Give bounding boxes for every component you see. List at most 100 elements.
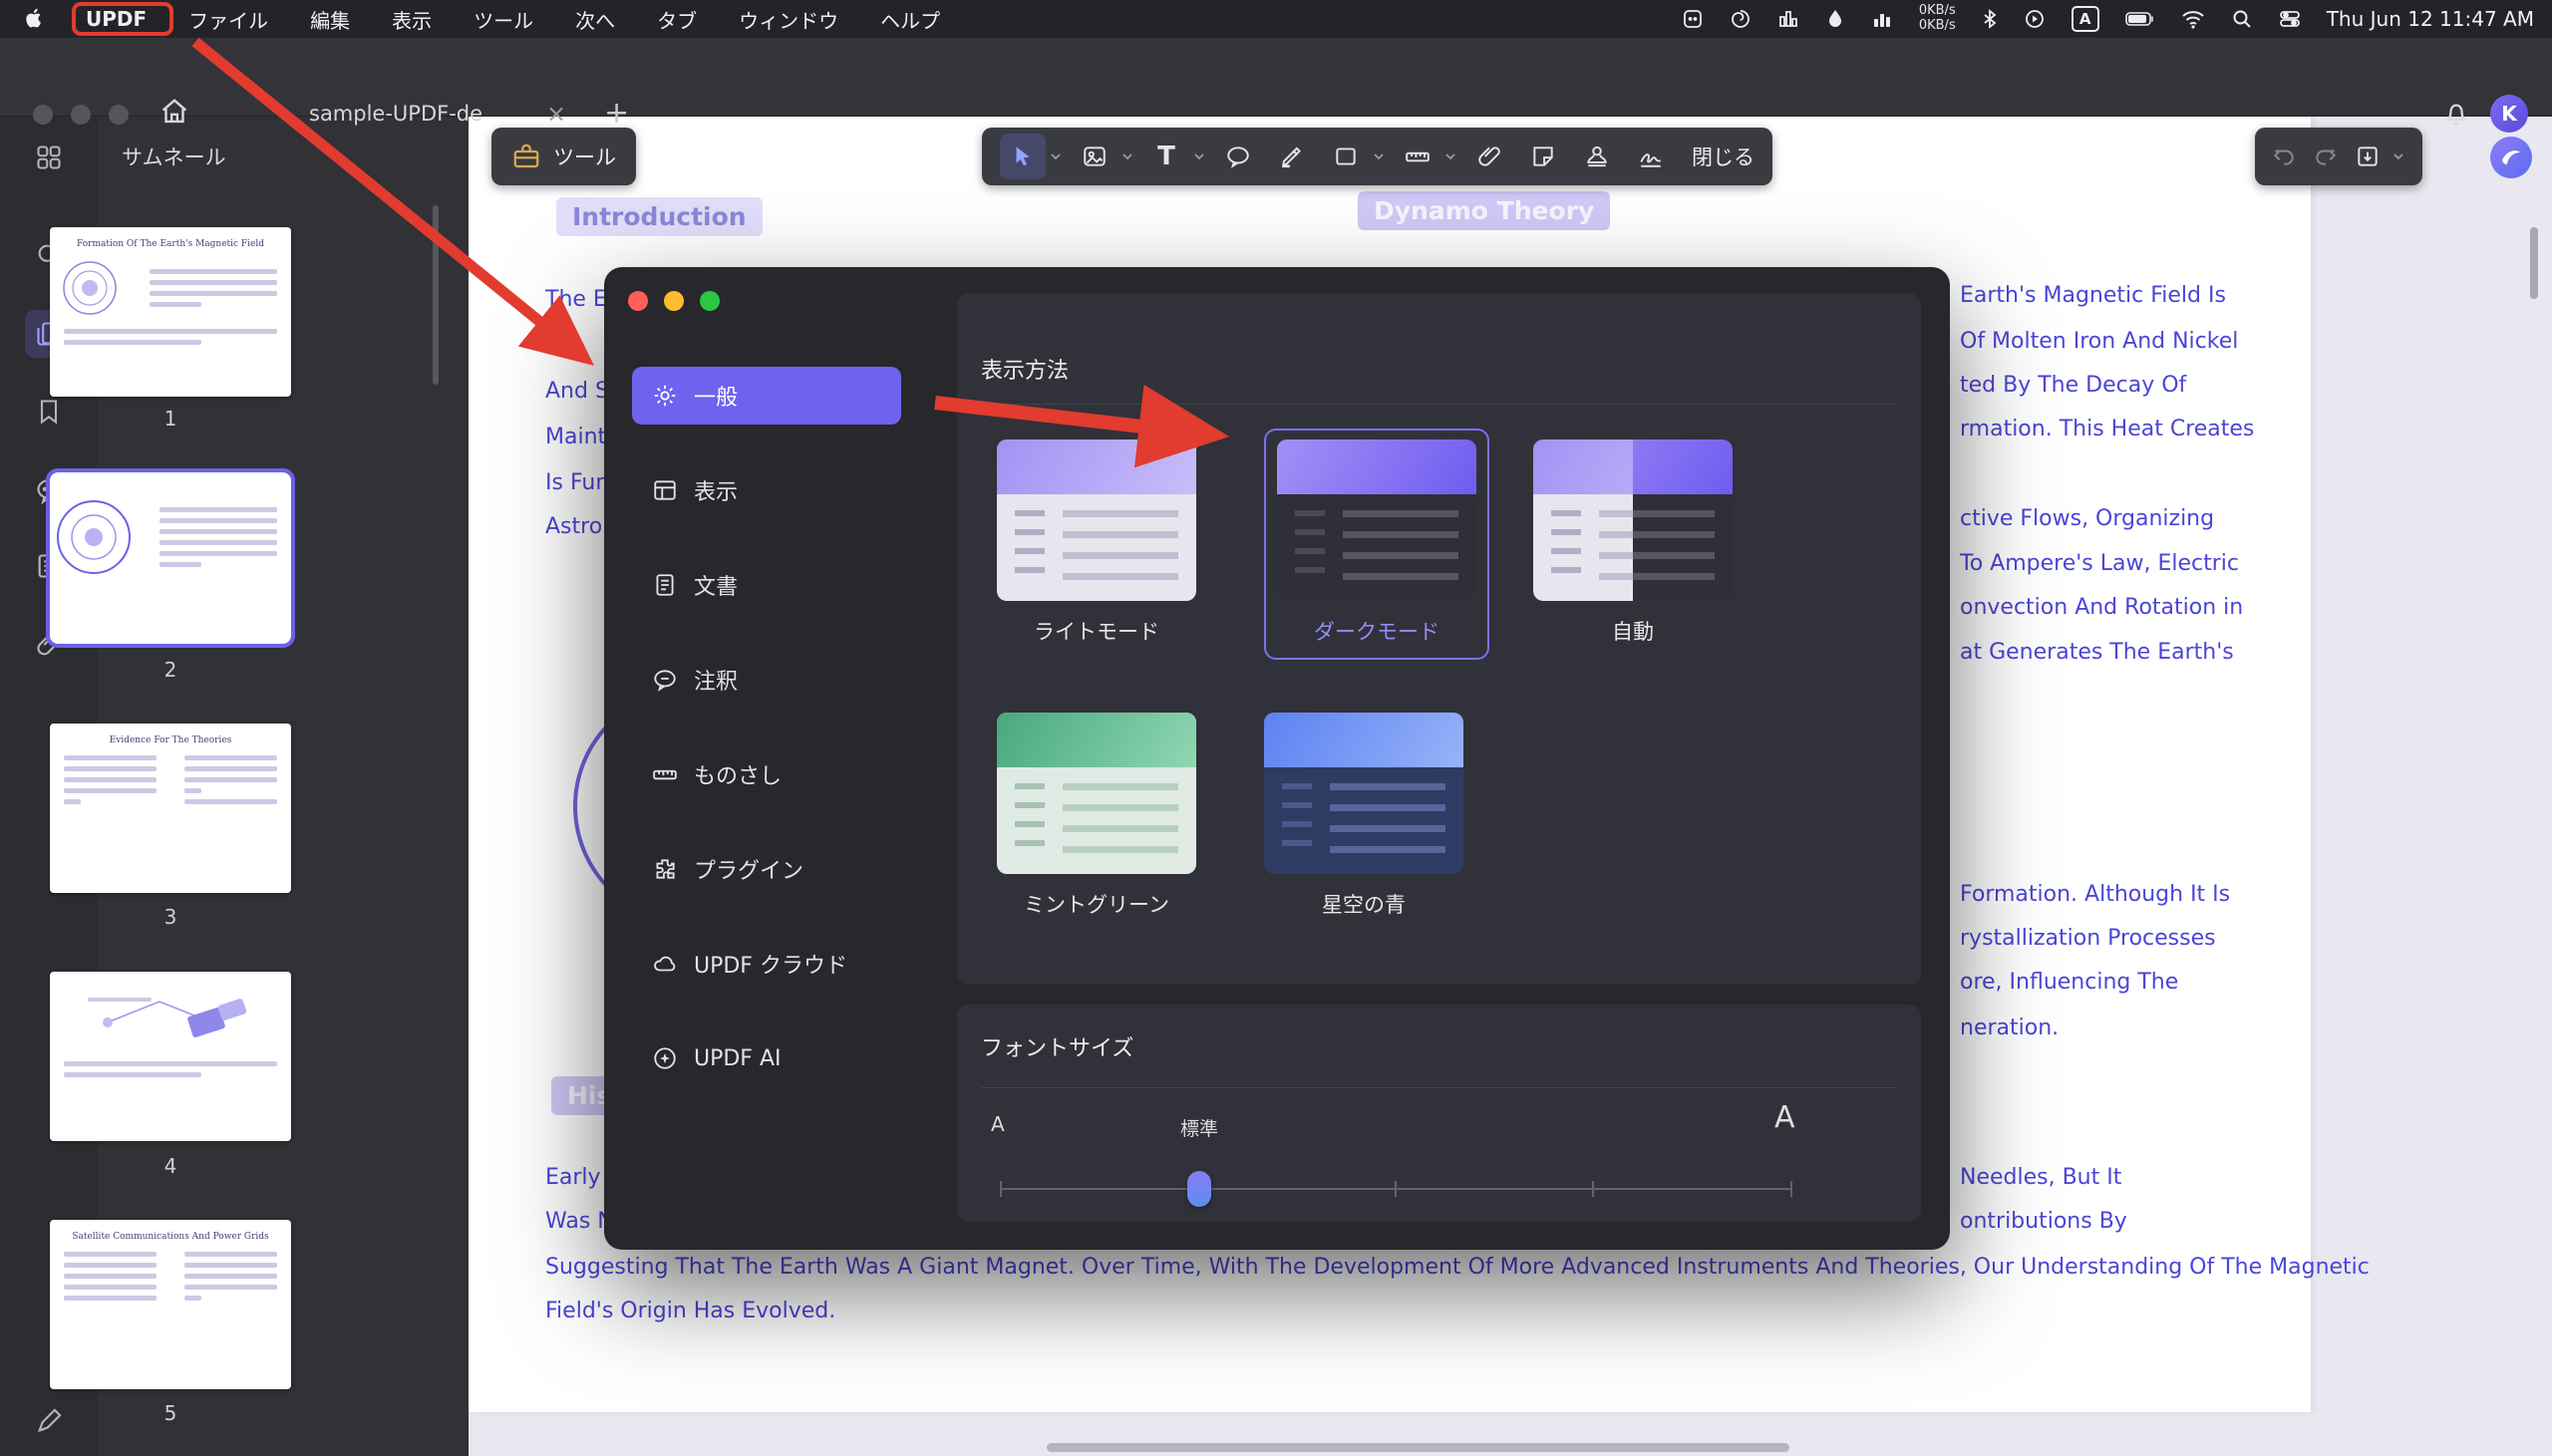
settings-item-display[interactable]: 表示: [632, 461, 901, 519]
thumbnail-page-3[interactable]: Evidence For The Theories: [50, 724, 291, 893]
theme-auto[interactable]: 自動: [1533, 439, 1733, 646]
undo-icon[interactable]: [2271, 144, 2297, 169]
wifi-icon[interactable]: [2181, 9, 2205, 29]
battery-icon[interactable]: [2125, 11, 2155, 27]
measure-tool[interactable]: [1395, 134, 1440, 179]
divider: [981, 1087, 1897, 1088]
menu-item-updf[interactable]: UPDF: [86, 7, 147, 31]
settings-item-label: 注釈: [694, 664, 738, 696]
dialog-zoom-button[interactable]: [700, 291, 720, 311]
doc-text-line: Of Molten Iron And Nickel: [1960, 329, 2238, 354]
window-minimize-button[interactable]: [71, 105, 91, 125]
theme-preview-auto: [1533, 439, 1733, 601]
shape-tool[interactable]: [1072, 134, 1117, 179]
menu-item-help[interactable]: ヘルプ: [880, 5, 940, 34]
theme-light[interactable]: ライトモード: [997, 439, 1196, 646]
new-tab-icon[interactable]: +: [604, 96, 629, 131]
settings-item-ruler[interactable]: ものさし: [632, 745, 901, 803]
chevron-down-icon[interactable]: [2391, 148, 2406, 164]
signature-tool[interactable]: [1628, 134, 1674, 179]
menu-item-next[interactable]: 次へ: [575, 5, 615, 34]
swirl-icon[interactable]: [1730, 8, 1752, 30]
chevron-down-icon[interactable]: [1119, 148, 1135, 164]
thumbnail-page-5[interactable]: Satellite Communications And Power Grids: [50, 1220, 291, 1389]
ghostty-icon[interactable]: [1682, 8, 1704, 30]
chevron-down-icon[interactable]: [1371, 148, 1387, 164]
theme-starry-blue[interactable]: 星空の青: [1264, 713, 1463, 919]
thumbnail-panel-title: サムネール: [122, 142, 226, 171]
settings-item-plugin[interactable]: プラグイン: [632, 840, 901, 898]
menu-item-tab[interactable]: タブ: [657, 5, 697, 34]
document-tab[interactable]: sample-UPDF-de: [309, 102, 482, 126]
sticker-tool[interactable]: [1520, 134, 1566, 179]
chevron-down-icon[interactable]: [1191, 148, 1207, 164]
stamp-tool[interactable]: [1574, 134, 1620, 179]
attachment-tool[interactable]: [1466, 134, 1512, 179]
close-tab-icon[interactable]: ×: [546, 100, 566, 128]
search-icon[interactable]: [2231, 8, 2253, 30]
doc-text-line: Is Fun: [545, 470, 609, 495]
window-zoom-button[interactable]: [109, 105, 129, 125]
input-source-badge[interactable]: A: [2072, 6, 2099, 32]
theme-mint[interactable]: ミントグリーン: [997, 713, 1196, 919]
slider-thumb[interactable]: [1187, 1171, 1211, 1207]
thumbnail-page-1[interactable]: Formation Of The Earth's Magnetic Field: [50, 227, 291, 397]
doc-text-line: at Generates The Earth's: [1960, 640, 2234, 665]
redo-icon[interactable]: [2313, 144, 2339, 169]
city-icon[interactable]: [1777, 8, 1799, 30]
highlighter-tool[interactable]: [1269, 134, 1315, 179]
menu-item-view[interactable]: 表示: [392, 5, 432, 34]
settings-item-label: ものさし: [694, 758, 782, 790]
settings-item-annotation[interactable]: 注釈: [632, 651, 901, 709]
settings-item-label: プラグイン: [694, 853, 803, 885]
document-vertical-scrollbar[interactable]: [2530, 227, 2538, 299]
ink-drop-icon[interactable]: [1825, 8, 1845, 30]
theme-preview-dark: [1277, 439, 1476, 601]
settings-item-cloud[interactable]: UPDF クラウド: [632, 935, 901, 993]
window-close-button[interactable]: [33, 105, 53, 125]
settings-item-document[interactable]: 文書: [632, 556, 901, 614]
theme-dark-selected[interactable]: ダークモード: [1264, 429, 1489, 660]
settings-item-general[interactable]: 一般: [632, 367, 901, 425]
dialog-close-button[interactable]: [628, 291, 648, 311]
thumbnail-scrollbar[interactable]: [433, 205, 439, 385]
doc-text-line: To Ampere's Law, Electric: [1960, 551, 2239, 576]
menu-bar-clock[interactable]: Thu Jun 12 11:47 AM: [2327, 7, 2534, 31]
doc-text-line: rmation. This Heat Creates: [1960, 417, 2254, 441]
apple-logo-icon[interactable]: [24, 8, 44, 30]
cloud-icon: [652, 951, 678, 977]
settings-item-label: UPDF AI: [694, 1046, 782, 1071]
settings-item-ai[interactable]: UPDF AI: [632, 1029, 901, 1087]
document-horizontal-scrollbar[interactable]: [1047, 1443, 1789, 1452]
menu-item-edit[interactable]: 編集: [310, 5, 350, 34]
network-throughput[interactable]: 0KB/s 0KB/s: [1919, 4, 1956, 34]
user-avatar[interactable]: K: [2490, 95, 2528, 133]
comment-bubble-tool[interactable]: [1215, 134, 1261, 179]
settings-item-label: 一般: [694, 380, 738, 412]
rectangle-tool[interactable]: [1323, 134, 1369, 179]
doc-text-line: ctive Flows, Organizing: [1960, 506, 2214, 531]
play-circle-icon[interactable]: [2024, 8, 2046, 30]
home-icon[interactable]: [158, 95, 191, 129]
chevron-down-icon[interactable]: [1048, 148, 1064, 164]
tools-button[interactable]: ツール: [491, 128, 636, 185]
updf-assistant-icon[interactable]: [2488, 135, 2534, 180]
menu-item-tools[interactable]: ツール: [474, 5, 533, 34]
grid-icon[interactable]: [25, 134, 73, 181]
thumbnail-page-4[interactable]: [50, 972, 291, 1141]
text-tool[interactable]: T: [1143, 134, 1189, 179]
doc-text-line: rystallization Processes: [1960, 926, 2216, 951]
select-cursor-tool[interactable]: [1000, 134, 1046, 179]
bluetooth-icon[interactable]: [1982, 8, 1998, 30]
notifications-bell-icon[interactable]: [2440, 97, 2472, 129]
menu-item-file[interactable]: ファイル: [188, 5, 268, 34]
menu-item-window[interactable]: ウィンドウ: [739, 5, 838, 34]
chart-icon[interactable]: [1871, 8, 1893, 30]
dialog-minimize-button[interactable]: [664, 291, 684, 311]
thumbnail-page-2[interactable]: [50, 472, 291, 644]
thumbnail-title: Satellite Communications And Power Grids: [58, 1232, 283, 1242]
control-center-icon[interactable]: [2279, 8, 2301, 30]
chevron-down-icon[interactable]: [1442, 148, 1458, 164]
save-icon[interactable]: [2355, 144, 2381, 169]
close-toolbar-button[interactable]: 閉じる: [1692, 142, 1754, 171]
